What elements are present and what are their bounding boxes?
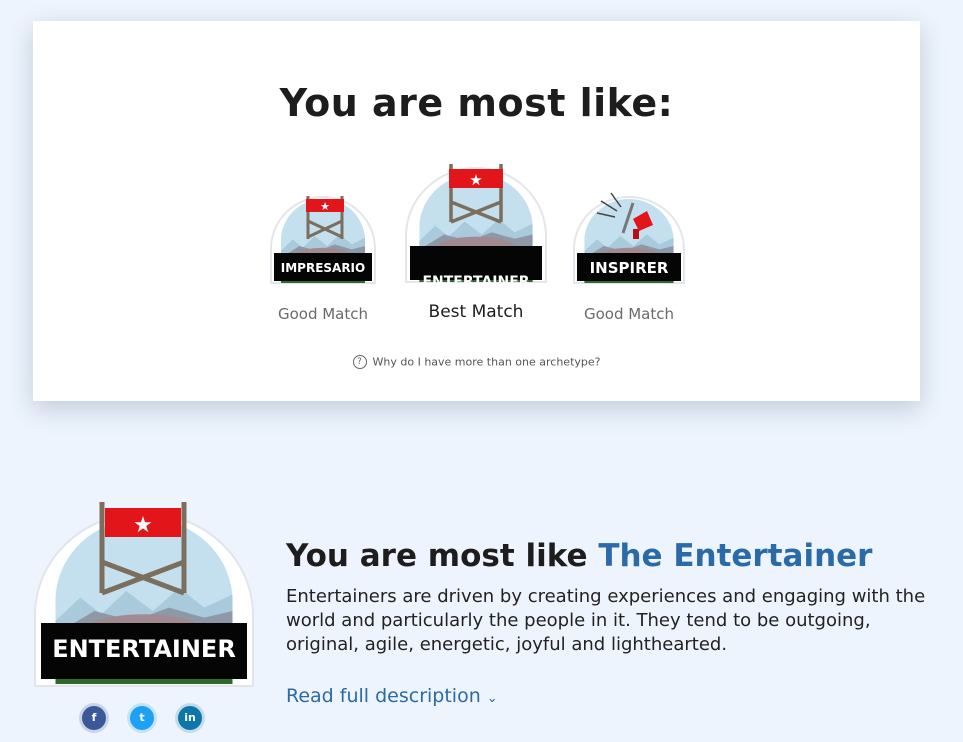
facebook-share-button[interactable]: f	[79, 703, 109, 733]
question-circle-icon: ?	[352, 355, 367, 369]
inspirer-match: Good Match	[583, 305, 675, 323]
svg-text:★: ★	[320, 200, 330, 213]
headline-prefix: You are most like	[286, 538, 588, 574]
read-full-description-link[interactable]: Read full description ⌄	[286, 685, 498, 707]
impresario-match: Good Match	[277, 305, 369, 323]
result-headline: You are most like The Entertainer	[286, 538, 872, 574]
results-card: You are most like: ★ IMPRESARIO Good Mat…	[33, 21, 920, 401]
svg-text:★: ★	[133, 513, 153, 538]
entertainer-match: Best Match	[428, 302, 524, 322]
twitter-share-button[interactable]: t	[127, 703, 157, 733]
chevron-down-icon: ⌄	[486, 691, 498, 706]
results-title: You are most like:	[279, 81, 674, 125]
inspirer-badge-label: INSPIRER	[589, 259, 669, 277]
facebook-icon: f	[82, 706, 106, 730]
linkedin-share-button[interactable]: in	[175, 703, 205, 733]
entertainer-badge-label: ENTERTAINER	[422, 274, 530, 290]
impresario-badge[interactable]: ★ IMPRESARIO	[268, 191, 378, 286]
inspirer-badge[interactable]: INSPIRER	[571, 191, 687, 286]
twitter-icon: t	[130, 706, 154, 730]
headline-archetype: The Entertainer	[598, 538, 873, 574]
read-more-label: Read full description	[286, 685, 481, 707]
archetype-description: Entertainers are driven by creating expe…	[286, 586, 926, 655]
linkedin-icon: in	[178, 706, 202, 730]
entertainer-large-badge-label: ENTERTAINER	[52, 635, 236, 663]
entertainer-large-badge: ★ ENTERTAINER	[33, 500, 255, 694]
entertainer-badge[interactable]: ★ ENTERTAINER	[403, 164, 549, 290]
impresario-badge-label: IMPRESARIO	[280, 261, 366, 275]
why-multiple-archetypes-link[interactable]: ? Why do I have more than one archetype?	[33, 355, 920, 369]
svg-text:★: ★	[469, 171, 482, 189]
